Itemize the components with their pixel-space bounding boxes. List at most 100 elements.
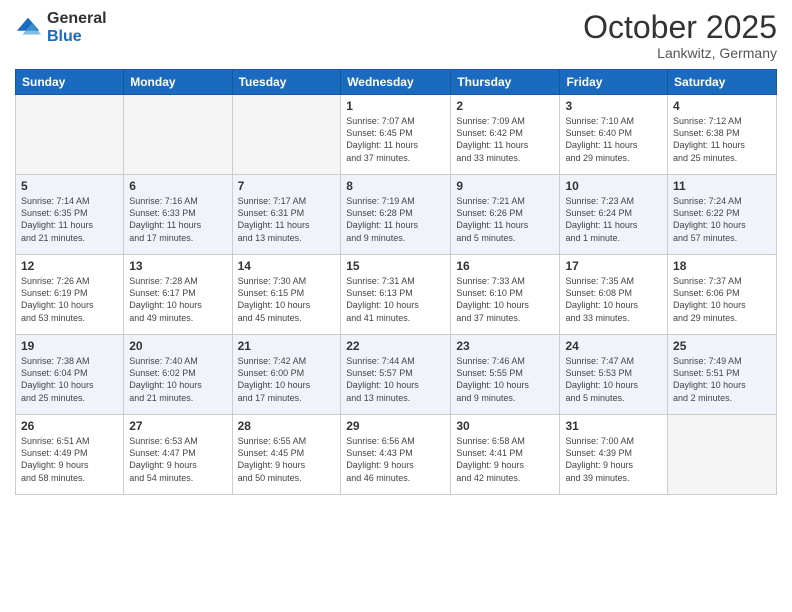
day-info-12: Sunrise: 7:26 AM Sunset: 6:19 PM Dayligh… <box>21 275 118 324</box>
day-info-6: Sunrise: 7:16 AM Sunset: 6:33 PM Dayligh… <box>129 195 226 244</box>
calendar-cell-w3-d1: 12 Sunrise: 7:26 AM Sunset: 6:19 PM Dayli… <box>16 255 124 335</box>
calendar-cell-w2-d1: 5 Sunrise: 7:14 AM Sunset: 6:35 PM Daylig… <box>16 175 124 255</box>
day-info-22: Sunrise: 7:44 AM Sunset: 5:57 PM Dayligh… <box>346 355 445 404</box>
calendar-cell-w1-d7: 4 Sunrise: 7:12 AM Sunset: 6:38 PM Daylig… <box>668 95 777 175</box>
day-info-17: Sunrise: 7:35 AM Sunset: 6:08 PM Dayligh… <box>565 275 662 324</box>
week-row-2: 5 Sunrise: 7:14 AM Sunset: 6:35 PM Daylig… <box>16 175 777 255</box>
calendar-cell-w5-d1: 26Sunrise: 6:51 AM Sunset: 4:49 PM Dayli… <box>16 415 124 495</box>
day-info-13: Sunrise: 7:28 AM Sunset: 6:17 PM Dayligh… <box>129 275 226 324</box>
day-number-11: 11 <box>673 179 771 193</box>
day-number-29: 29 <box>346 419 445 433</box>
calendar-cell-w1-d5: 2 Sunrise: 7:09 AM Sunset: 6:42 PM Daylig… <box>451 95 560 175</box>
day-number-25: 25 <box>673 339 771 353</box>
logo-text: General Blue <box>47 10 107 45</box>
calendar-cell-w2-d5: 9Sunrise: 7:21 AM Sunset: 6:26 PM Daylig… <box>451 175 560 255</box>
week-row-3: 12 Sunrise: 7:26 AM Sunset: 6:19 PM Dayli… <box>16 255 777 335</box>
day-info-29: Sunrise: 6:56 AM Sunset: 4:43 PM Dayligh… <box>346 435 445 484</box>
day-info-3: Sunrise: 7:10 AM Sunset: 6:40 PM Dayligh… <box>565 115 662 164</box>
calendar-cell-w1-d2 <box>124 95 232 175</box>
day-number-7: 7 <box>238 179 336 193</box>
day-number-8: 8 <box>346 179 445 193</box>
calendar-cell-w2-d2: 6 Sunrise: 7:16 AM Sunset: 6:33 PM Daylig… <box>124 175 232 255</box>
header-saturday: Saturday <box>668 70 777 95</box>
day-number-2: 2 <box>456 99 554 113</box>
day-number-31: 31 <box>565 419 662 433</box>
header-friday: Friday <box>560 70 668 95</box>
day-number-5: 5 <box>21 179 118 193</box>
day-number-15: 15 <box>346 259 445 273</box>
calendar-header-row: Sunday Monday Tuesday Wednesday Thursday… <box>16 70 777 95</box>
calendar-cell-w1-d1 <box>16 95 124 175</box>
calendar-cell-w3-d4: 15 Sunrise: 7:31 AM Sunset: 6:13 PM Dayli… <box>341 255 451 335</box>
calendar-cell-w3-d7: 18Sunrise: 7:37 AM Sunset: 6:06 PM Dayli… <box>668 255 777 335</box>
day-number-12: 12 <box>21 259 118 273</box>
calendar-cell-w2-d6: 10 Sunrise: 7:23 AM Sunset: 6:24 PM Dayli… <box>560 175 668 255</box>
day-number-21: 21 <box>238 339 336 353</box>
day-number-17: 17 <box>565 259 662 273</box>
calendar-cell-w4-d4: 22 Sunrise: 7:44 AM Sunset: 5:57 PM Dayli… <box>341 335 451 415</box>
calendar-cell-w5-d2: 27 Sunrise: 6:53 AM Sunset: 4:47 PM Dayli… <box>124 415 232 495</box>
week-row-1: 1 Sunrise: 7:07 AM Sunset: 6:45 PM Daylig… <box>16 95 777 175</box>
calendar-cell-w1-d4: 1 Sunrise: 7:07 AM Sunset: 6:45 PM Daylig… <box>341 95 451 175</box>
calendar-cell-w3-d2: 13 Sunrise: 7:28 AM Sunset: 6:17 PM Dayli… <box>124 255 232 335</box>
day-info-15: Sunrise: 7:31 AM Sunset: 6:13 PM Dayligh… <box>346 275 445 324</box>
day-number-4: 4 <box>673 99 771 113</box>
day-info-27: Sunrise: 6:53 AM Sunset: 4:47 PM Dayligh… <box>129 435 226 484</box>
day-number-1: 1 <box>346 99 445 113</box>
day-info-19: Sunrise: 7:38 AM Sunset: 6:04 PM Dayligh… <box>21 355 118 404</box>
day-number-30: 30 <box>456 419 554 433</box>
calendar-cell-w5-d6: 31 Sunrise: 7:00 AM Sunset: 4:39 PM Dayli… <box>560 415 668 495</box>
day-info-5: Sunrise: 7:14 AM Sunset: 6:35 PM Dayligh… <box>21 195 118 244</box>
day-number-23: 23 <box>456 339 554 353</box>
day-info-10: Sunrise: 7:23 AM Sunset: 6:24 PM Dayligh… <box>565 195 662 244</box>
logo-blue-text: Blue <box>47 28 107 46</box>
day-number-22: 22 <box>346 339 445 353</box>
week-row-5: 26Sunrise: 6:51 AM Sunset: 4:49 PM Dayli… <box>16 415 777 495</box>
title-section: October 2025 Lankwitz, Germany <box>583 10 777 61</box>
day-info-31: Sunrise: 7:00 AM Sunset: 4:39 PM Dayligh… <box>565 435 662 484</box>
week-row-4: 19 Sunrise: 7:38 AM Sunset: 6:04 PM Dayli… <box>16 335 777 415</box>
day-number-19: 19 <box>21 339 118 353</box>
day-number-10: 10 <box>565 179 662 193</box>
day-info-24: Sunrise: 7:47 AM Sunset: 5:53 PM Dayligh… <box>565 355 662 404</box>
day-info-21: Sunrise: 7:42 AM Sunset: 6:00 PM Dayligh… <box>238 355 336 404</box>
day-number-27: 27 <box>129 419 226 433</box>
day-info-11: Sunrise: 7:24 AM Sunset: 6:22 PM Dayligh… <box>673 195 771 244</box>
calendar-cell-w3-d6: 17 Sunrise: 7:35 AM Sunset: 6:08 PM Dayli… <box>560 255 668 335</box>
header-sunday: Sunday <box>16 70 124 95</box>
calendar-cell-w4-d2: 20Sunrise: 7:40 AM Sunset: 6:02 PM Dayli… <box>124 335 232 415</box>
day-info-1: Sunrise: 7:07 AM Sunset: 6:45 PM Dayligh… <box>346 115 445 164</box>
header-tuesday: Tuesday <box>232 70 341 95</box>
day-number-13: 13 <box>129 259 226 273</box>
day-number-18: 18 <box>673 259 771 273</box>
day-info-9: Sunrise: 7:21 AM Sunset: 6:26 PM Dayligh… <box>456 195 554 244</box>
calendar-cell-w4-d7: 25Sunrise: 7:49 AM Sunset: 5:51 PM Dayli… <box>668 335 777 415</box>
calendar-cell-w3-d5: 16Sunrise: 7:33 AM Sunset: 6:10 PM Dayli… <box>451 255 560 335</box>
day-info-2: Sunrise: 7:09 AM Sunset: 6:42 PM Dayligh… <box>456 115 554 164</box>
logo-icon <box>15 14 43 42</box>
month-title: October 2025 <box>583 10 777 45</box>
day-number-6: 6 <box>129 179 226 193</box>
location: Lankwitz, Germany <box>583 45 777 61</box>
logo: General Blue <box>15 10 107 45</box>
header-thursday: Thursday <box>451 70 560 95</box>
day-number-20: 20 <box>129 339 226 353</box>
day-info-7: Sunrise: 7:17 AM Sunset: 6:31 PM Dayligh… <box>238 195 336 244</box>
calendar-cell-w2-d4: 8Sunrise: 7:19 AM Sunset: 6:28 PM Daylig… <box>341 175 451 255</box>
calendar-cell-w2-d7: 11 Sunrise: 7:24 AM Sunset: 6:22 PM Dayli… <box>668 175 777 255</box>
calendar-table: Sunday Monday Tuesday Wednesday Thursday… <box>15 69 777 495</box>
day-info-4: Sunrise: 7:12 AM Sunset: 6:38 PM Dayligh… <box>673 115 771 164</box>
calendar-cell-w2-d3: 7 Sunrise: 7:17 AM Sunset: 6:31 PM Daylig… <box>232 175 341 255</box>
day-number-28: 28 <box>238 419 336 433</box>
calendar-cell-w4-d6: 24Sunrise: 7:47 AM Sunset: 5:53 PM Dayli… <box>560 335 668 415</box>
day-info-16: Sunrise: 7:33 AM Sunset: 6:10 PM Dayligh… <box>456 275 554 324</box>
day-number-3: 3 <box>565 99 662 113</box>
page: General Blue October 2025 Lankwitz, Germ… <box>0 0 792 612</box>
calendar-cell-w5-d4: 29 Sunrise: 6:56 AM Sunset: 4:43 PM Dayli… <box>341 415 451 495</box>
calendar-cell-w4-d5: 23Sunrise: 7:46 AM Sunset: 5:55 PM Dayli… <box>451 335 560 415</box>
day-info-14: Sunrise: 7:30 AM Sunset: 6:15 PM Dayligh… <box>238 275 336 324</box>
header-monday: Monday <box>124 70 232 95</box>
calendar-cell-w4-d3: 21 Sunrise: 7:42 AM Sunset: 6:00 PM Dayli… <box>232 335 341 415</box>
calendar-cell-w5-d5: 30Sunrise: 6:58 AM Sunset: 4:41 PM Dayli… <box>451 415 560 495</box>
day-info-28: Sunrise: 6:55 AM Sunset: 4:45 PM Dayligh… <box>238 435 336 484</box>
